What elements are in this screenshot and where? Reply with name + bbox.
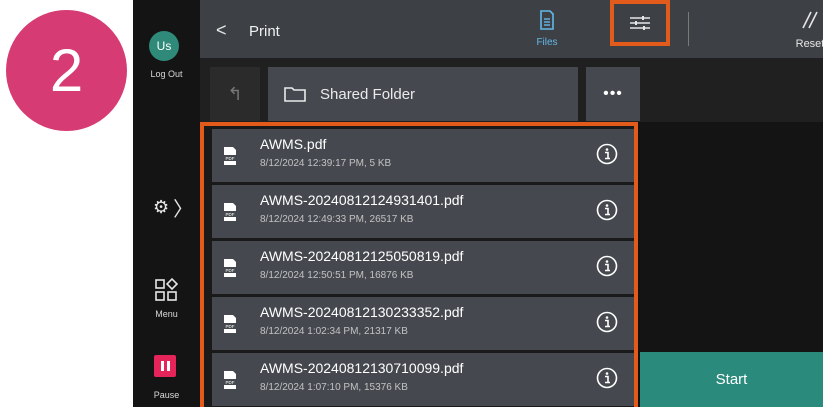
- file-details: 8/12/2024 1:07:10 PM, 15376 KB: [260, 382, 408, 393]
- pdf-file-icon: PDF: [223, 371, 237, 389]
- file-row[interactable]: PDF AWMS-20240812130710099.pdf 8/12/2024…: [212, 353, 634, 406]
- reset-label: Reset: [795, 38, 823, 50]
- info-icon[interactable]: [596, 311, 618, 333]
- pdf-file-icon: PDF: [223, 259, 237, 277]
- file-name: AWMS-20240812130710099.pdf: [260, 360, 464, 376]
- file-details: 8/12/2024 1:02:34 PM, 21317 KB: [260, 326, 408, 337]
- folder-bar: ↰ Shared Folder •••: [200, 58, 823, 122]
- svg-text:PDF: PDF: [226, 268, 235, 273]
- pause-label: Pause: [153, 390, 180, 400]
- svg-text:PDF: PDF: [226, 380, 235, 385]
- file-row[interactable]: PDF AWMS-20240812130233352.pdf 8/12/2024…: [212, 297, 634, 350]
- device-settings-button[interactable]: ⚙ 〉: [153, 195, 194, 221]
- svg-text:PDF: PDF: [226, 212, 235, 217]
- start-button[interactable]: Start: [640, 352, 823, 407]
- reset-slashes-icon: [802, 11, 818, 29]
- info-icon[interactable]: [596, 143, 618, 165]
- file-row[interactable]: PDF AWMS-20240812124931401.pdf 8/12/2024…: [212, 185, 634, 238]
- document-icon: [540, 10, 554, 30]
- file-details: 8/12/2024 12:49:33 PM, 26517 KB: [260, 214, 414, 225]
- settings-sliders-button[interactable]: [610, 0, 670, 46]
- top-bar: < Print Files Reset: [200, 0, 823, 58]
- file-details: 8/12/2024 12:50:51 PM, 16876 KB: [260, 270, 414, 281]
- step-number-badge: 2: [6, 10, 127, 131]
- info-icon[interactable]: [596, 255, 618, 277]
- current-folder[interactable]: Shared Folder: [268, 67, 578, 121]
- file-details: 8/12/2024 12:39:17 PM, 5 KB: [260, 158, 392, 169]
- folder-icon: [284, 87, 306, 102]
- logout-label[interactable]: Log Out: [133, 69, 200, 79]
- file-row[interactable]: PDF AWMS.pdf 8/12/2024 12:39:17 PM, 5 KB: [212, 129, 634, 182]
- file-name: AWMS-20240812125050819.pdf: [260, 248, 464, 264]
- pause-button[interactable]: [154, 355, 176, 377]
- parent-folder-button[interactable]: ↰: [210, 67, 260, 121]
- files-label: Files: [536, 37, 558, 48]
- menu-grid-icon[interactable]: [154, 278, 178, 302]
- chevron-left-icon[interactable]: <: [216, 20, 227, 41]
- svg-text:PDF: PDF: [226, 156, 235, 161]
- pdf-file-icon: PDF: [223, 147, 237, 165]
- file-name: AWMS-20240812124931401.pdf: [260, 192, 464, 208]
- pdf-file-icon: PDF: [223, 203, 237, 221]
- svg-text:PDF: PDF: [226, 324, 235, 329]
- left-sidebar: Us Log Out ⚙ 〉 Menu Pause: [133, 0, 200, 407]
- chevron-right-icon: 〉: [173, 198, 194, 221]
- file-name: AWMS-20240812130233352.pdf: [260, 304, 464, 320]
- file-list: PDF AWMS.pdf 8/12/2024 12:39:17 PM, 5 KB…: [200, 122, 638, 407]
- gear-icon: ⚙: [153, 196, 170, 217]
- pdf-file-icon: PDF: [223, 315, 237, 333]
- info-icon[interactable]: [596, 367, 618, 389]
- file-name: AWMS.pdf: [260, 136, 327, 152]
- toolbar-divider: [688, 12, 689, 46]
- user-avatar[interactable]: Us: [149, 31, 179, 61]
- reset-button[interactable]: Reset: [780, 10, 823, 50]
- page-title: Print: [249, 23, 280, 40]
- more-options-button[interactable]: •••: [586, 67, 640, 121]
- up-arrow-icon: ↰: [227, 83, 243, 104]
- files-button[interactable]: Files: [527, 10, 567, 52]
- file-row[interactable]: PDF AWMS-20240812125050819.pdf 8/12/2024…: [212, 241, 634, 294]
- menu-label: Menu: [155, 309, 178, 319]
- folder-name: Shared Folder: [320, 85, 416, 103]
- sliders-icon: [630, 16, 650, 30]
- info-icon[interactable]: [596, 199, 618, 221]
